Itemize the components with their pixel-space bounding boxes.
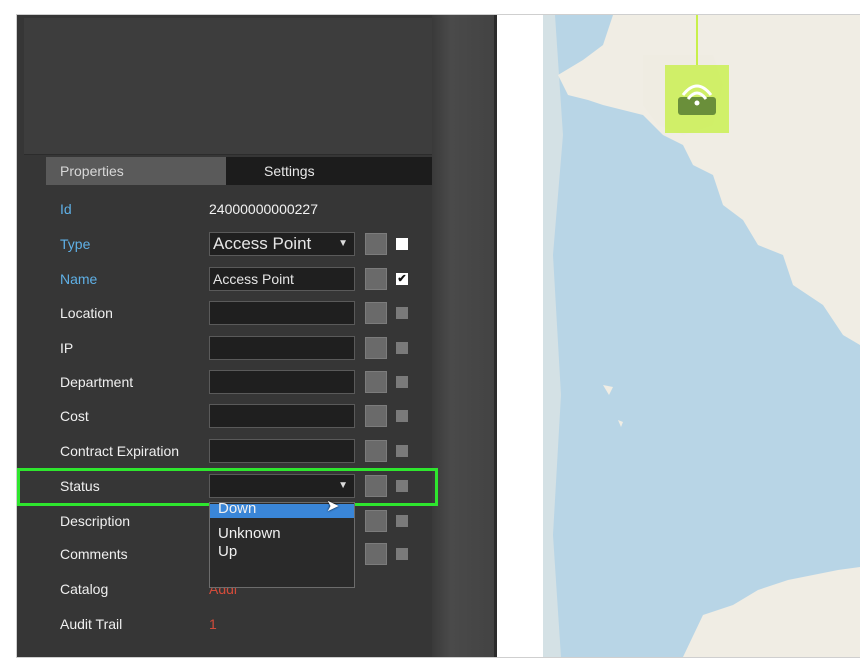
status-option-up[interactable]: Up: [210, 543, 354, 561]
chevron-down-icon: ▼: [338, 238, 348, 249]
contract-expiration-input[interactable]: [209, 439, 355, 463]
tab-bar: Properties Settings: [46, 157, 432, 185]
ip-label: IP: [60, 340, 74, 356]
row-location: Location: [46, 296, 432, 330]
map-view[interactable]: [543, 15, 860, 657]
antarctica-landmass: [683, 567, 860, 657]
row-cost: Cost: [46, 399, 432, 433]
audit-trail-value[interactable]: 1: [209, 616, 217, 632]
cost-action-button[interactable]: [365, 405, 387, 427]
access-point-body: [678, 97, 716, 115]
row-type: Type Access Point ▼: [46, 227, 432, 261]
description-checkbox[interactable]: [396, 515, 408, 527]
department-checkbox[interactable]: [396, 376, 408, 388]
id-value: 24000000000227: [209, 201, 319, 217]
catalog-label: Catalog: [60, 581, 109, 597]
ip-checkbox[interactable]: [396, 342, 408, 354]
location-action-button[interactable]: [365, 302, 387, 324]
tab-settings[interactable]: Settings: [226, 157, 432, 185]
description-action-button[interactable]: [365, 510, 387, 532]
audit-trail-label: Audit Trail: [60, 616, 123, 632]
comments-checkbox[interactable]: [396, 548, 408, 560]
island-2: [618, 420, 623, 427]
asia-coast: [543, 15, 563, 657]
ip-action-button[interactable]: [365, 337, 387, 359]
type-checkbox[interactable]: [396, 238, 408, 250]
location-label: Location: [60, 305, 113, 321]
name-input[interactable]: Access Point: [209, 267, 355, 291]
cost-input[interactable]: [209, 404, 355, 428]
comments-label: Comments: [60, 546, 128, 562]
cost-label: Cost: [60, 408, 89, 424]
row-department: Department: [46, 365, 432, 399]
panel-divider[interactable]: [494, 15, 497, 657]
description-label: Description: [60, 513, 131, 529]
comments-action-button[interactable]: [365, 543, 387, 565]
name-checkbox[interactable]: ✔: [396, 273, 408, 285]
contract-expiration-label: Contract Expiration: [60, 443, 180, 459]
type-select-value: Access Point: [213, 234, 312, 253]
tab-properties[interactable]: Properties: [46, 157, 226, 185]
preview-area: [24, 18, 432, 155]
contract-expiration-checkbox[interactable]: [396, 445, 408, 457]
panel-scroll-area: [432, 15, 494, 657]
world-map: [543, 15, 860, 657]
ip-input[interactable]: [209, 336, 355, 360]
row-name: Name Access Point ✔: [46, 262, 432, 296]
id-label: Id: [60, 201, 72, 217]
department-action-button[interactable]: [365, 371, 387, 393]
name-action-button[interactable]: [365, 268, 387, 290]
type-select[interactable]: Access Point ▼: [209, 232, 355, 256]
mouse-cursor-icon: ➤: [326, 498, 340, 515]
contract-expiration-action-button[interactable]: [365, 440, 387, 462]
cost-checkbox[interactable]: [396, 410, 408, 422]
row-contract-expiration: Contract Expiration: [46, 434, 432, 468]
location-input[interactable]: [209, 301, 355, 325]
row-audit-trail: Audit Trail 1: [46, 607, 432, 641]
name-label: Name: [60, 271, 98, 287]
location-checkbox[interactable]: [396, 307, 408, 319]
department-input[interactable]: [209, 370, 355, 394]
department-label: Department: [60, 374, 134, 390]
type-label: Type: [60, 236, 91, 252]
status-option-unknown[interactable]: Unknown: [210, 525, 354, 543]
island-1: [603, 385, 613, 395]
row-id: Id 24000000000227: [46, 192, 432, 226]
row-ip: IP: [46, 331, 432, 365]
type-action-button[interactable]: [365, 233, 387, 255]
